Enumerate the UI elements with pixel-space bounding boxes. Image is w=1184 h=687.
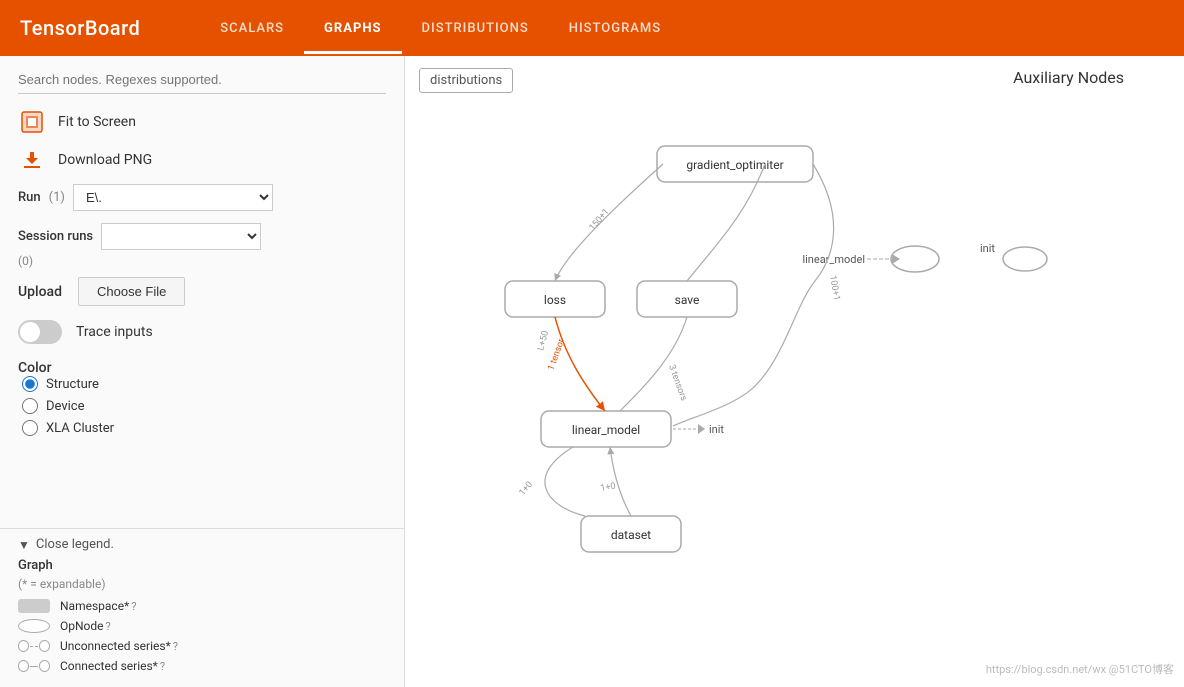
nav-graphs[interactable]: GRAPHS xyxy=(304,3,402,54)
svg-text:1+0: 1+0 xyxy=(518,480,535,498)
legend-item-namespace: Namespace*? xyxy=(18,599,386,613)
main-layout: Fit to Screen Download PNG Run (1) E\. xyxy=(0,56,1184,687)
legend-label-unconnected: Unconnected series*? xyxy=(60,639,178,653)
panel-scroll-area[interactable]: Fit to Screen Download PNG Run (1) E\. xyxy=(0,56,404,528)
fit-to-screen-icon xyxy=(18,108,46,136)
legend-item-opnode: OpNode? xyxy=(18,619,386,633)
run-label: Run xyxy=(18,190,41,205)
watermark: https://blog.csdn.net/wx @51CTO博客 xyxy=(986,661,1174,677)
color-label: Color xyxy=(18,360,52,376)
upload-row: Upload Choose File xyxy=(18,277,386,306)
svg-text:3 tensors: 3 tensors xyxy=(666,364,688,403)
toggle-slider xyxy=(18,320,62,344)
node-gradient-optimiter[interactable]: gradient_optimiter xyxy=(657,146,813,182)
trace-inputs-toggle[interactable] xyxy=(18,320,62,344)
upload-label: Upload xyxy=(18,284,62,300)
trace-inputs-row: Trace inputs xyxy=(18,320,386,344)
svg-text:init: init xyxy=(980,242,995,255)
legend-toggle[interactable]: ▼ Close legend. xyxy=(18,537,386,552)
color-xla-label: XLA Cluster xyxy=(46,421,114,436)
left-panel: Fit to Screen Download PNG Run (1) E\. xyxy=(0,56,405,687)
node-dataset[interactable]: dataset xyxy=(581,516,681,552)
session-runs-row: Session runs (0) xyxy=(18,223,386,269)
color-section: Color Structure Device XLA Cluster xyxy=(18,360,386,436)
graph-svg[interactable]: linear_model init gradient_optimiter los… xyxy=(405,56,1184,687)
svg-text:linear_model: linear_model xyxy=(802,253,865,266)
legend-shape-connected xyxy=(18,660,50,672)
tooltip-badge: distributions xyxy=(419,68,513,93)
svg-text:100+1: 100+1 xyxy=(827,275,841,302)
fit-to-screen-action[interactable]: Fit to Screen xyxy=(18,108,386,136)
legend-item-connected: Connected series*? xyxy=(18,659,386,673)
legend-shape-namespace xyxy=(18,599,50,613)
legend-panel: ▼ Close legend. Graph (* = expandable) N… xyxy=(0,528,404,687)
color-xla-row: XLA Cluster xyxy=(18,420,386,436)
search-input[interactable] xyxy=(18,66,386,94)
run-dropdown[interactable]: E\. xyxy=(73,184,273,211)
download-png-action[interactable]: Download PNG xyxy=(18,146,386,174)
legend-graph-title: Graph xyxy=(18,558,386,573)
color-structure-radio[interactable] xyxy=(22,376,38,392)
trace-inputs-label: Trace inputs xyxy=(76,324,153,340)
session-runs-dropdown[interactable] xyxy=(101,223,261,250)
legend-label-namespace: Namespace*? xyxy=(60,599,136,613)
download-png-icon xyxy=(18,146,46,174)
download-png-label: Download PNG xyxy=(58,152,152,168)
svg-text:dataset: dataset xyxy=(611,528,651,542)
svg-text:150+1: 150+1 xyxy=(588,207,612,233)
aux-linear-model-node[interactable]: linear_model init xyxy=(802,242,1047,272)
svg-text:save: save xyxy=(675,293,700,307)
legend-graph-subtitle: (* = expandable) xyxy=(18,577,386,591)
color-device-label: Device xyxy=(46,399,85,414)
svg-text:gradient_optimiter: gradient_optimiter xyxy=(686,158,783,172)
chevron-down-icon: ▼ xyxy=(18,538,30,552)
svg-text:L+50: L+50 xyxy=(536,330,551,352)
brand-title: TensorBoard xyxy=(20,16,140,40)
color-structure-label: Structure xyxy=(46,377,99,392)
node-loss[interactable]: loss xyxy=(505,281,605,317)
svg-text:loss: loss xyxy=(544,293,566,307)
run-row: Run (1) E\. xyxy=(18,184,386,211)
run-count: (1) xyxy=(49,190,65,205)
nav-histograms[interactable]: HISTOGRAMS xyxy=(549,3,681,54)
legend-shape-unconnected xyxy=(18,640,50,652)
node-save[interactable]: save xyxy=(637,281,737,317)
svg-text:1 tensor: 1 tensor xyxy=(546,338,567,372)
nav-links: SCALARS GRAPHS DISTRIBUTIONS HISTOGRAMS xyxy=(200,3,681,54)
nav-distributions[interactable]: DISTRIBUTIONS xyxy=(402,3,549,54)
color-device-row: Device xyxy=(18,398,386,414)
choose-file-button[interactable]: Choose File xyxy=(78,277,185,306)
svg-text:1+0: 1+0 xyxy=(600,481,617,493)
legend-toggle-label: Close legend. xyxy=(36,537,114,552)
color-device-radio[interactable] xyxy=(22,398,38,414)
legend-shape-opnode xyxy=(18,619,50,633)
right-panel: distributions Auxiliary Nodes linear_mod… xyxy=(405,56,1184,687)
session-count: (0) xyxy=(18,254,33,268)
color-structure-row: Structure xyxy=(18,376,386,392)
topnav: TensorBoard SCALARS GRAPHS DISTRIBUTIONS… xyxy=(0,0,1184,56)
svg-text:linear_model: linear_model xyxy=(572,423,640,437)
nav-scalars[interactable]: SCALARS xyxy=(200,3,304,54)
color-xla-radio[interactable] xyxy=(22,420,38,436)
fit-to-screen-label: Fit to Screen xyxy=(58,114,136,130)
legend-label-opnode: OpNode? xyxy=(60,619,111,633)
legend-item-unconnected: Unconnected series*? xyxy=(18,639,386,653)
svg-text:init: init xyxy=(709,423,724,436)
session-runs-label: Session runs xyxy=(18,229,93,244)
legend-label-connected: Connected series*? xyxy=(60,659,165,673)
